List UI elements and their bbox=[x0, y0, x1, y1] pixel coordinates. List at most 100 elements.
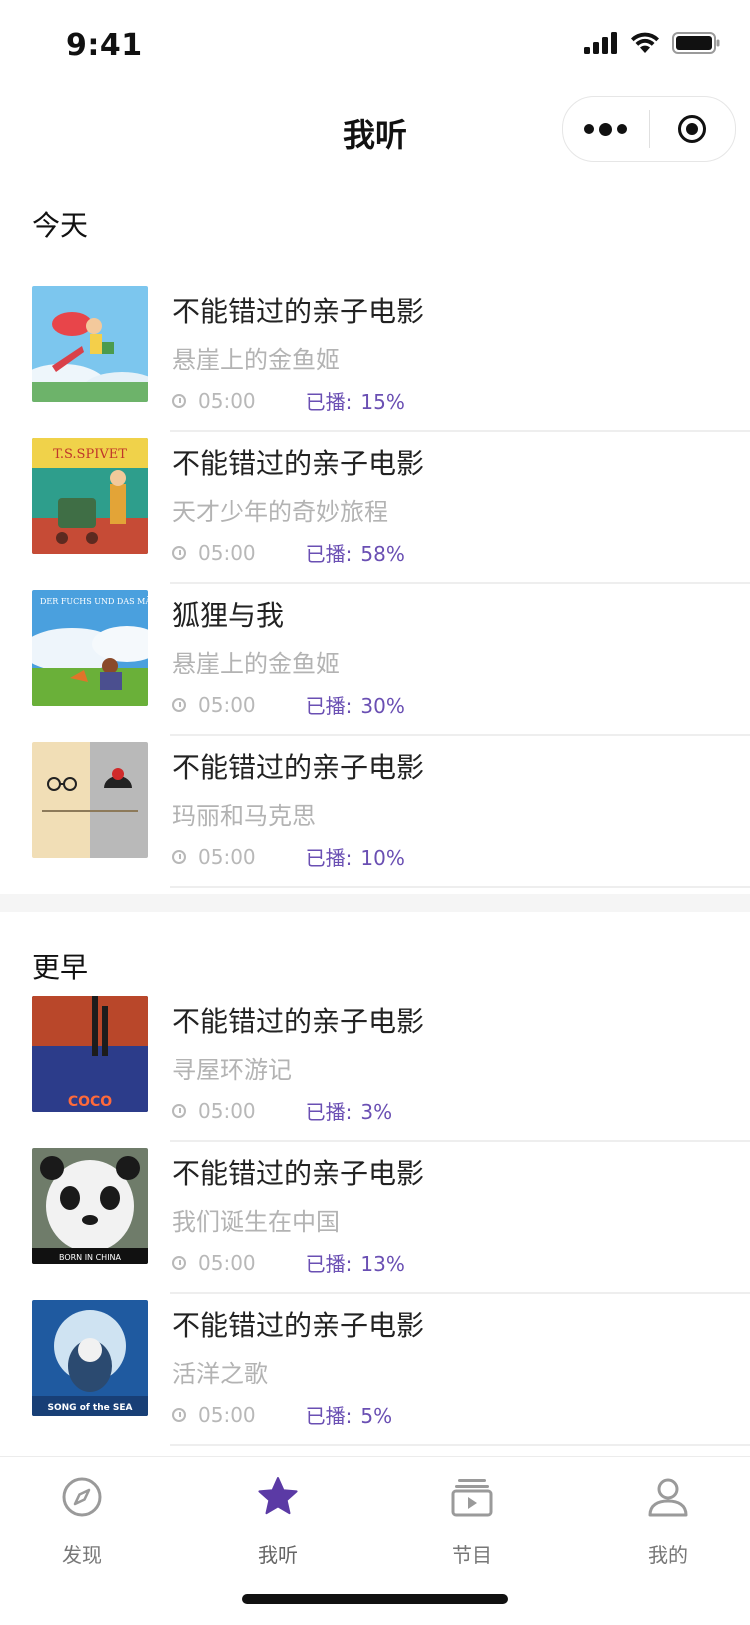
target-icon bbox=[678, 115, 707, 143]
tab-mine[interactable]: 我的 bbox=[608, 1475, 728, 1568]
item-title: 不能错过的亲子电影 bbox=[172, 447, 425, 480]
item-duration: 05:00 bbox=[198, 1098, 256, 1123]
clock-icon bbox=[172, 1407, 186, 1422]
played-percent: 10% bbox=[360, 846, 405, 870]
item-duration: 05:00 bbox=[198, 844, 256, 869]
tab-label: 我的 bbox=[648, 1543, 688, 1567]
poster-spivet: T.S.SPIVET bbox=[32, 438, 148, 554]
played-label: 已播: 30% bbox=[306, 690, 405, 719]
item-title: 不能错过的亲子电影 bbox=[172, 1157, 425, 1190]
item-title: 不能错过的亲子电影 bbox=[172, 1005, 425, 1038]
signal-icon bbox=[584, 32, 617, 54]
list-item[interactable]: COCO 不能错过的亲子电影 寻屋环游记 05:00 已播: 3% bbox=[0, 984, 750, 1142]
poster-text-song: SONG of the SEA bbox=[48, 1403, 133, 1413]
played-percent: 3% bbox=[360, 1100, 393, 1124]
poster-text-fuchs: DER FUCHS UND DAS MÄDCHEN bbox=[40, 597, 148, 606]
poster-text-born: BORN IN CHINA bbox=[59, 1253, 122, 1262]
played-label: 已播: 58% bbox=[306, 538, 405, 567]
item-meta: 05:00 已播: 15% bbox=[172, 386, 405, 415]
played-label: 已播: 15% bbox=[306, 386, 405, 415]
tab-listened[interactable]: 我听 bbox=[218, 1475, 338, 1568]
played-percent: 30% bbox=[360, 694, 405, 718]
poster-text-spivet: T.S.SPIVET bbox=[53, 447, 127, 462]
list-item[interactable]: BORN IN CHINA 不能错过的亲子电影 我们诞生在中国 05:00 已播… bbox=[0, 1136, 750, 1294]
list-item[interactable]: T.S.SPIVET 不能错过的亲子电影 天才少年的奇妙旅程 05:00 已播:… bbox=[0, 426, 750, 584]
status-time: 9:41 bbox=[66, 28, 143, 63]
played-prefix: 已播: bbox=[305, 694, 353, 718]
more-dots-icon bbox=[584, 122, 628, 136]
played-percent: 13% bbox=[360, 1252, 405, 1276]
item-title: 不能错过的亲子电影 bbox=[172, 295, 425, 328]
poster-ponyo bbox=[32, 286, 148, 402]
played-prefix: 已播: bbox=[305, 846, 353, 870]
tab-discover[interactable]: 发现 bbox=[22, 1475, 142, 1568]
section-title-earlier: 更早 bbox=[32, 951, 89, 984]
played-prefix: 已播: bbox=[305, 390, 353, 414]
played-prefix: 已播: bbox=[305, 1404, 353, 1428]
item-meta: 05:00 已播: 58% bbox=[172, 538, 405, 567]
item-meta: 05:00 已播: 10% bbox=[172, 842, 405, 871]
clock-icon bbox=[172, 1255, 186, 1270]
playlist-icon bbox=[451, 1479, 493, 1517]
clock-icon bbox=[172, 545, 186, 560]
item-subtitle: 悬崖上的金鱼姬 bbox=[172, 650, 340, 678]
compass-icon bbox=[62, 1477, 102, 1517]
close-miniprogram-button[interactable] bbox=[650, 97, 736, 161]
history-list: 今天 不能错过的亲子电影 悬崖上的金鱼姬 05:00 已播: 15% T.S.S… bbox=[0, 176, 750, 1456]
played-percent: 5% bbox=[360, 1404, 393, 1428]
played-percent: 15% bbox=[360, 390, 405, 414]
tab-label: 我听 bbox=[258, 1543, 298, 1567]
home-indicator[interactable] bbox=[242, 1594, 508, 1604]
poster-coco: COCO bbox=[32, 996, 148, 1112]
poster-born-in-china: BORN IN CHINA bbox=[32, 1148, 148, 1264]
item-meta: 05:00 已播: 30% bbox=[172, 690, 405, 719]
clock-icon bbox=[172, 393, 186, 408]
item-subtitle: 我们诞生在中国 bbox=[172, 1208, 340, 1236]
item-duration: 05:00 bbox=[198, 1250, 256, 1275]
item-subtitle: 天才少年的奇妙旅程 bbox=[172, 498, 388, 526]
item-duration: 05:00 bbox=[198, 388, 256, 413]
item-subtitle: 悬崖上的金鱼姬 bbox=[172, 346, 340, 374]
list-item[interactable]: 不能错过的亲子电影 悬崖上的金鱼姬 05:00 已播: 15% bbox=[0, 274, 750, 432]
clock-icon bbox=[172, 697, 186, 712]
item-title: 不能错过的亲子电影 bbox=[172, 1309, 425, 1342]
played-label: 已播: 3% bbox=[306, 1096, 392, 1125]
more-button[interactable] bbox=[563, 97, 649, 161]
played-prefix: 已播: bbox=[305, 542, 353, 566]
mini-program-capsule bbox=[562, 96, 736, 162]
played-label: 已播: 13% bbox=[306, 1248, 405, 1277]
battery-icon bbox=[672, 32, 720, 54]
list-item[interactable]: SONG of the SEA 不能错过的亲子电影 活洋之歌 05:00 已播:… bbox=[0, 1288, 750, 1446]
item-meta: 05:00 已播: 5% bbox=[172, 1400, 392, 1429]
star-icon bbox=[258, 1477, 298, 1515]
poster-mary-max bbox=[32, 742, 148, 858]
item-meta: 05:00 已播: 3% bbox=[172, 1096, 392, 1125]
status-icons bbox=[584, 32, 720, 54]
list-item[interactable]: DER FUCHS UND DAS MÄDCHEN 狐狸与我 悬崖上的金鱼姬 0… bbox=[0, 578, 750, 736]
wifi-icon bbox=[631, 32, 659, 53]
poster-song-of-sea: SONG of the SEA bbox=[32, 1300, 148, 1416]
tab-label: 发现 bbox=[62, 1543, 102, 1567]
item-meta: 05:00 已播: 13% bbox=[172, 1248, 405, 1277]
item-title: 狐狸与我 bbox=[172, 599, 285, 632]
list-item[interactable]: 不能错过的亲子电影 玛丽和马克思 05:00 已播: 10% bbox=[0, 730, 750, 888]
item-subtitle: 寻屋环游记 bbox=[172, 1056, 292, 1084]
clock-icon bbox=[172, 1103, 186, 1118]
section-title-today: 今天 bbox=[32, 209, 89, 242]
tab-programs[interactable]: 节目 bbox=[412, 1475, 532, 1568]
item-divider bbox=[170, 886, 750, 888]
item-divider bbox=[170, 1444, 750, 1446]
played-prefix: 已播: bbox=[305, 1100, 353, 1124]
clock-icon bbox=[172, 849, 186, 864]
tab-label: 节目 bbox=[452, 1543, 492, 1567]
poster-fuchs: DER FUCHS UND DAS MÄDCHEN bbox=[32, 590, 148, 706]
user-icon bbox=[648, 1478, 688, 1517]
played-label: 已播: 10% bbox=[306, 842, 405, 871]
item-duration: 05:00 bbox=[198, 692, 256, 717]
item-title: 不能错过的亲子电影 bbox=[172, 751, 425, 784]
item-subtitle: 玛丽和马克思 bbox=[172, 802, 316, 830]
played-percent: 58% bbox=[360, 542, 405, 566]
status-bar: 9:41 bbox=[0, 0, 750, 88]
played-prefix: 已播: bbox=[305, 1252, 353, 1276]
played-label: 已播: 5% bbox=[306, 1400, 392, 1429]
